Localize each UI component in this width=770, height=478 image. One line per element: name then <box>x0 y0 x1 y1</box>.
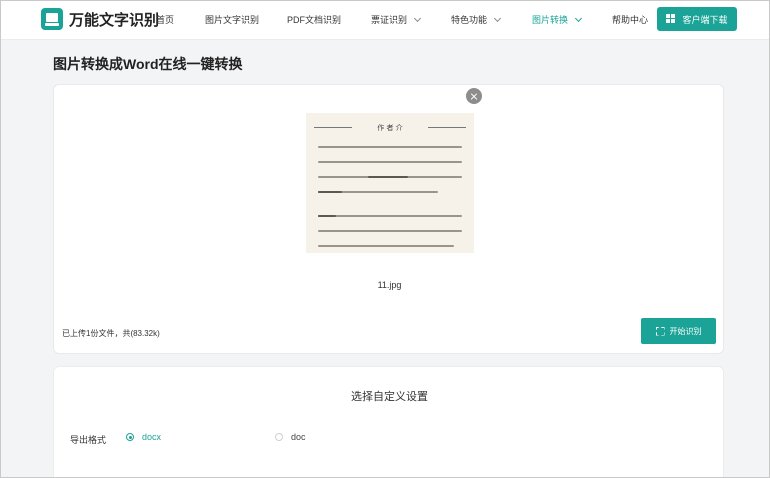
format-option-doc[interactable]: doc <box>275 432 306 442</box>
nav-item-label: 图片转换 <box>532 15 569 25</box>
start-recognition-button[interactable]: 开始识别 <box>641 318 716 344</box>
download-label: 客户端下载 <box>682 14 728 25</box>
nav-item-pdf-recognition[interactable]: PDF文档识别 <box>287 13 341 26</box>
nav-item-label: 帮助中心 <box>612 15 649 25</box>
nav-item-featured[interactable]: 特色功能 <box>451 13 502 26</box>
nav-item-image-conversion[interactable]: 图片转换 <box>532 13 583 26</box>
settings-title: 选择自定义设置 <box>351 391 428 403</box>
chevron-down-icon <box>493 14 502 23</box>
nav-item-home[interactable]: 首页 <box>156 13 174 26</box>
chevron-down-icon <box>574 14 583 23</box>
thumbnail-text-line <box>318 230 462 232</box>
nav-item-ticket-recognition[interactable]: 票证识别 <box>371 13 422 26</box>
top-navbar: 万能文字识别 首页 图片文字识别 PDF文档识别 票证识别 特色功能 图片转换 … <box>0 0 770 40</box>
nav-item-label: 特色功能 <box>451 15 488 25</box>
thumbnail-rule <box>428 127 466 128</box>
client-download-button[interactable]: 客户端下载 <box>657 7 737 31</box>
thumbnail-text-line <box>318 146 462 148</box>
format-option-docx[interactable]: docx <box>126 432 161 442</box>
format-option-label: doc <box>291 432 306 442</box>
nav-item-label: 票证识别 <box>371 15 408 25</box>
nav-item-image-text-recognition[interactable]: 图片文字识别 <box>205 13 259 26</box>
thumbnail-heading: 作 者 介 <box>377 124 403 132</box>
scan-icon <box>655 326 665 336</box>
export-format-label: 导出格式 <box>70 435 107 445</box>
thumbnail-text-line <box>318 215 462 217</box>
nav-item-label: 图片文字识别 <box>205 15 260 25</box>
chevron-down-icon <box>413 14 422 23</box>
app-logo[interactable]: 万能文字识别 <box>41 8 159 30</box>
start-recognition-label: 开始识别 <box>669 326 702 336</box>
thumbnail-text-line <box>318 215 336 217</box>
nav-item-label: 首页 <box>156 15 175 25</box>
file-name: 11.jpg <box>377 280 402 290</box>
thumbnail-text-line <box>368 176 408 178</box>
radio-icon <box>275 433 283 441</box>
radio-icon <box>126 433 134 441</box>
upload-status: 已上传1份文件，共(83.32k) <box>62 329 160 338</box>
scanner-logo-icon <box>41 8 63 30</box>
uploaded-image-thumbnail: 作 者 介 <box>306 113 474 253</box>
page-title: 图片转换成Word在线一键转换 <box>53 56 243 72</box>
upload-panel: 作 者 介 11.jpg 已上传1份文件，共(83.32k) 开始识别 <box>53 84 724 354</box>
app-name: 万能文字识别 <box>69 11 160 29</box>
thumbnail-text-line <box>318 161 462 163</box>
custom-settings-panel: 选择自定义设置 导出格式 docx doc <box>53 366 724 478</box>
thumbnail-text-line <box>318 191 342 193</box>
nav-item-help-center[interactable]: 帮助中心 <box>612 13 648 26</box>
windows-icon <box>666 14 676 24</box>
nav-item-label: PDF文档识别 <box>287 15 342 25</box>
format-option-label: docx <box>142 432 162 442</box>
remove-file-icon[interactable] <box>466 88 482 104</box>
thumbnail-text-line <box>318 245 454 247</box>
